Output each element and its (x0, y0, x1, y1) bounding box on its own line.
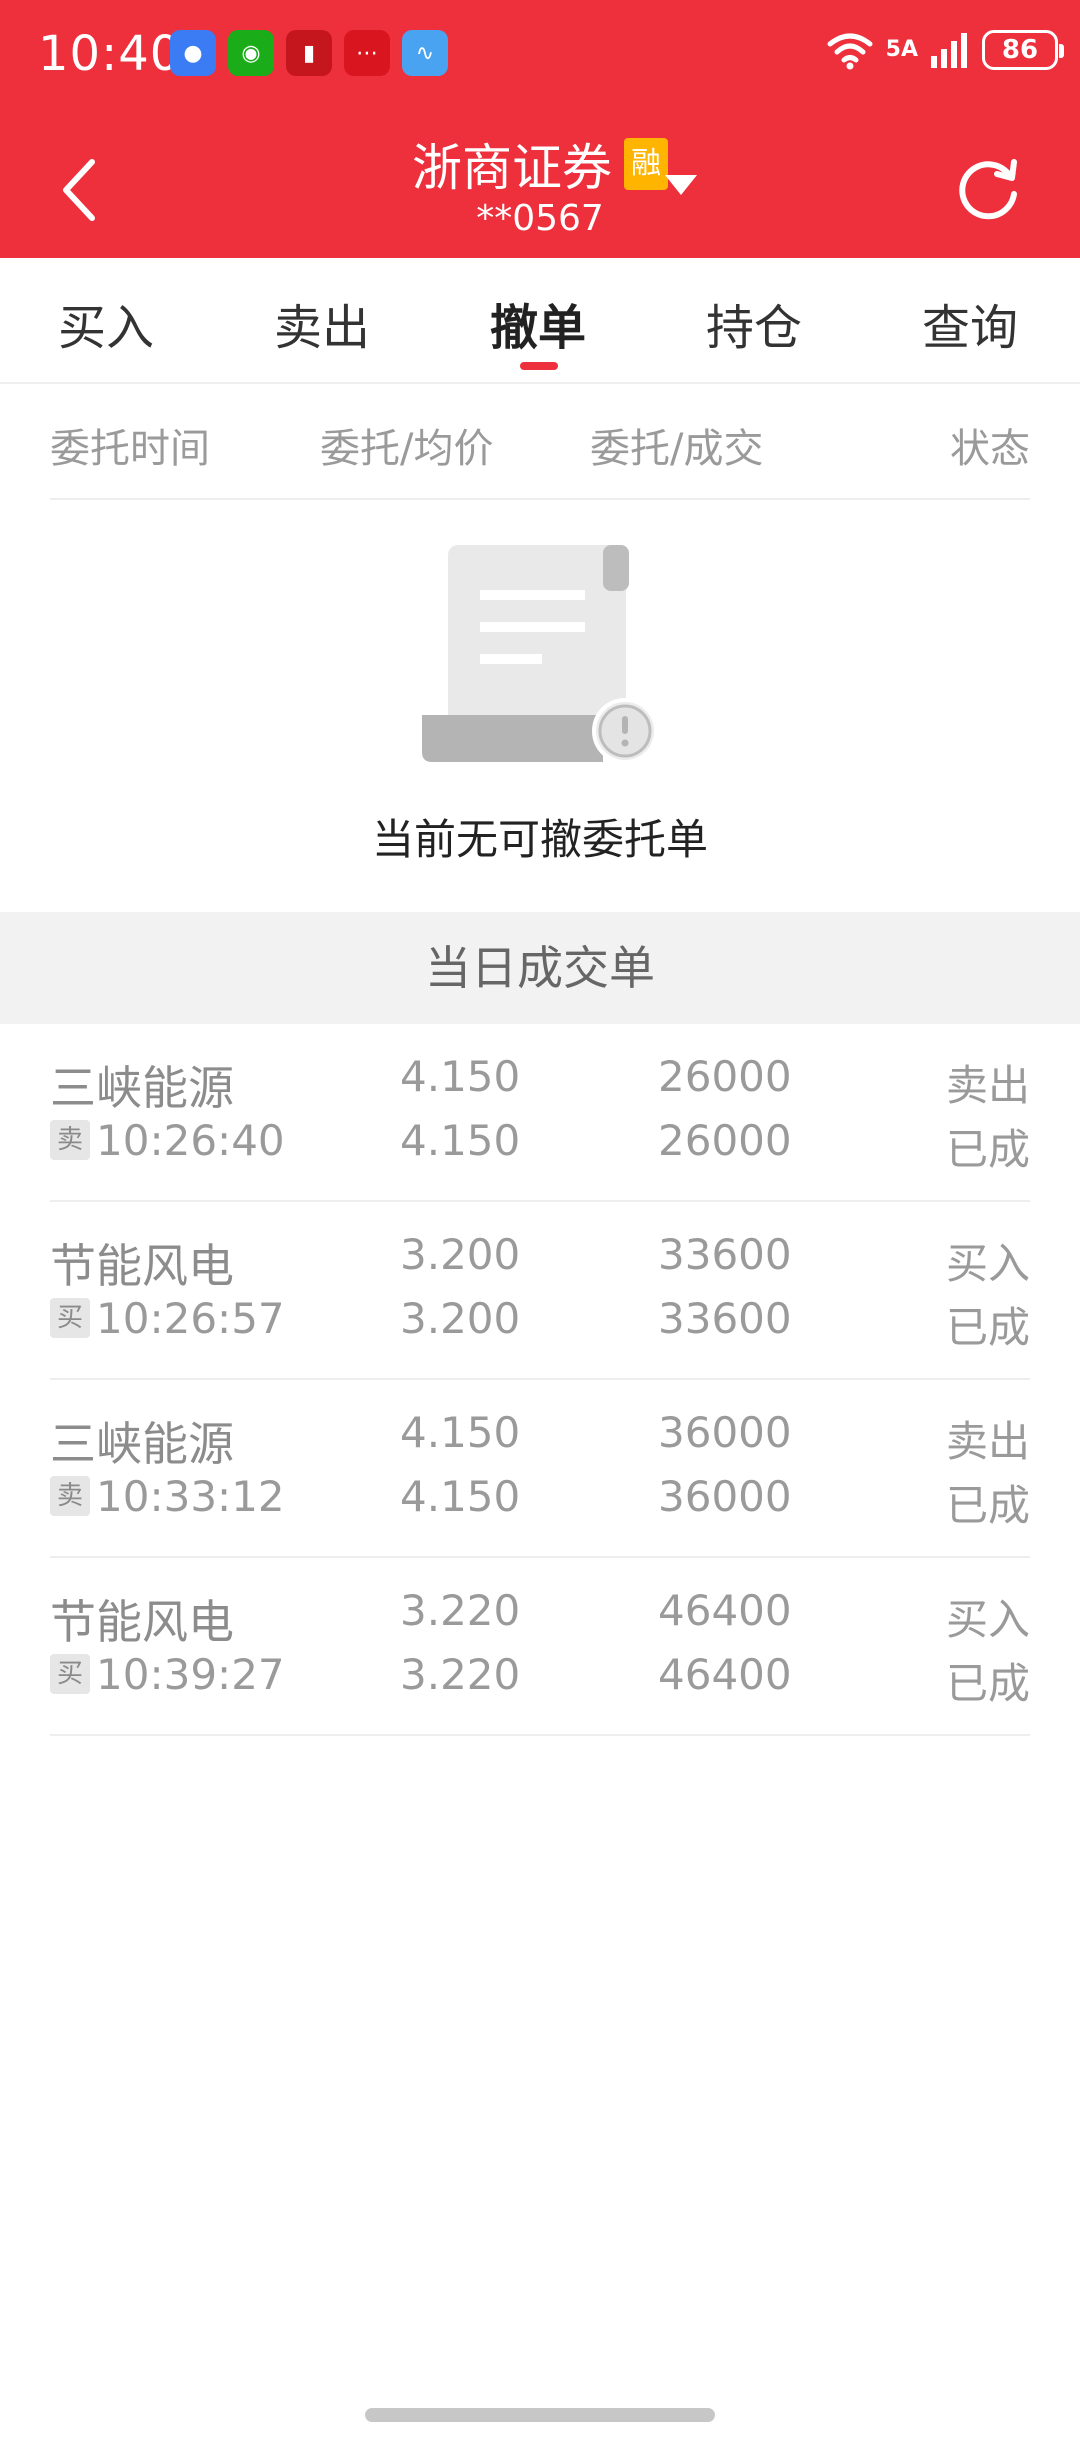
broker-title[interactable]: 浙商证券 融 (412, 128, 668, 200)
tab-cancel[interactable]: 撤单 (490, 288, 586, 358)
tab-buy[interactable]: 买入 (58, 288, 154, 358)
deal-row[interactable]: 三峡能源 卖 10:33:12 4.150 4.150 36000 36000 … (50, 1380, 1030, 1558)
filled-qty: 36000 (658, 1472, 792, 1521)
wifi-icon (827, 33, 873, 70)
account-number: **0567 (476, 198, 604, 239)
tab-sell[interactable]: 卖出 (274, 288, 370, 358)
title-area[interactable]: 浙商证券 融 (0, 128, 1080, 200)
tab-query[interactable]: 查询 (922, 288, 1018, 358)
section-title: 当日成交单 (0, 912, 1080, 1024)
stock-name: 三峡能源 (50, 1417, 234, 1471)
col-order-time: 委托时间 (50, 426, 210, 472)
empty-message: 当前无可撤委托单 (371, 815, 708, 864)
order-price: 4.150 (400, 1408, 521, 1457)
caret-down-icon[interactable] (665, 175, 697, 195)
deal-status: 已成 (945, 1125, 1030, 1174)
order-qty: 46400 (658, 1586, 792, 1635)
deal-status: 已成 (945, 1303, 1030, 1352)
active-tab-indicator (520, 362, 558, 370)
order-qty: 26000 (658, 1052, 792, 1101)
side-badge: 卖 (50, 1120, 90, 1160)
deal-time: 10:39:27 (96, 1650, 285, 1699)
deals-list: 三峡能源 卖 10:26:40 4.150 4.150 26000 26000 … (50, 1024, 1030, 1736)
battery-level: 86 (1001, 35, 1039, 65)
notification-icons: ● ◉ ▮ ⋯ ∿ (170, 30, 448, 76)
filled-qty: 26000 (658, 1116, 792, 1165)
network-type: 5A (885, 37, 918, 62)
app-red-icon: ▮ (286, 30, 332, 76)
col-order-qty: 委托/成交 (590, 426, 764, 472)
status-right: 5A 86 (826, 30, 1064, 70)
avg-price: 3.220 (400, 1650, 521, 1699)
deal-action: 买入 (945, 1239, 1030, 1288)
stock-name: 三峡能源 (50, 1061, 234, 1115)
status-time: 10:40 (38, 26, 182, 82)
deal-row[interactable]: 节能风电 买 10:26:57 3.200 3.200 33600 33600 … (50, 1202, 1030, 1380)
refresh-button[interactable] (952, 150, 1024, 222)
stocks-icon: ∿ (402, 30, 448, 76)
deal-action: 卖出 (945, 1061, 1030, 1110)
avg-price: 4.150 (400, 1472, 521, 1521)
deal-row[interactable]: 三峡能源 卖 10:26:40 4.150 4.150 26000 26000 … (50, 1024, 1030, 1202)
side-badge: 卖 (50, 1476, 90, 1516)
filled-qty: 46400 (658, 1650, 792, 1699)
deal-action: 买入 (945, 1595, 1030, 1644)
stock-name: 节能风电 (50, 1239, 234, 1293)
side-badge: 买 (50, 1298, 90, 1338)
column-header: 委托时间 委托/均价 委托/成交 状态 (50, 382, 1030, 500)
deal-status: 已成 (945, 1481, 1030, 1530)
avg-price: 4.150 (400, 1116, 521, 1165)
margin-badge: 融 (624, 138, 668, 190)
battery-icon: 86 (982, 30, 1064, 70)
home-indicator[interactable] (365, 2408, 715, 2422)
order-price: 3.200 (400, 1230, 521, 1279)
tab-positions[interactable]: 持仓 (706, 288, 802, 358)
empty-document-icon (422, 545, 658, 764)
filled-qty: 33600 (658, 1294, 792, 1343)
deal-time: 10:26:40 (96, 1116, 285, 1165)
broker-name: 浙商证券 (412, 139, 612, 197)
app-chart-icon: ⋯ (344, 30, 390, 76)
deal-time: 10:33:12 (96, 1472, 285, 1521)
order-qty: 33600 (658, 1230, 792, 1279)
col-status: 状态 (950, 426, 1030, 472)
messages-icon: ● (170, 30, 216, 76)
deal-status: 已成 (945, 1659, 1030, 1708)
wechat-icon: ◉ (228, 30, 274, 76)
deal-time: 10:26:57 (96, 1294, 285, 1343)
stock-name: 节能风电 (50, 1595, 234, 1649)
deal-row[interactable]: 节能风电 买 10:39:27 3.220 3.220 46400 46400 … (50, 1558, 1030, 1736)
col-order-price: 委托/均价 (320, 426, 494, 472)
signal-icon (931, 33, 967, 68)
side-badge: 买 (50, 1654, 90, 1694)
order-qty: 36000 (658, 1408, 792, 1457)
avg-price: 3.200 (400, 1294, 521, 1343)
top-header: 10:40 ● ◉ ▮ ⋯ ∿ 5A 86 浙商证券 融 **0567 (0, 0, 1080, 258)
order-price: 4.150 (400, 1052, 521, 1101)
deal-action: 卖出 (945, 1417, 1030, 1466)
order-price: 3.220 (400, 1586, 521, 1635)
